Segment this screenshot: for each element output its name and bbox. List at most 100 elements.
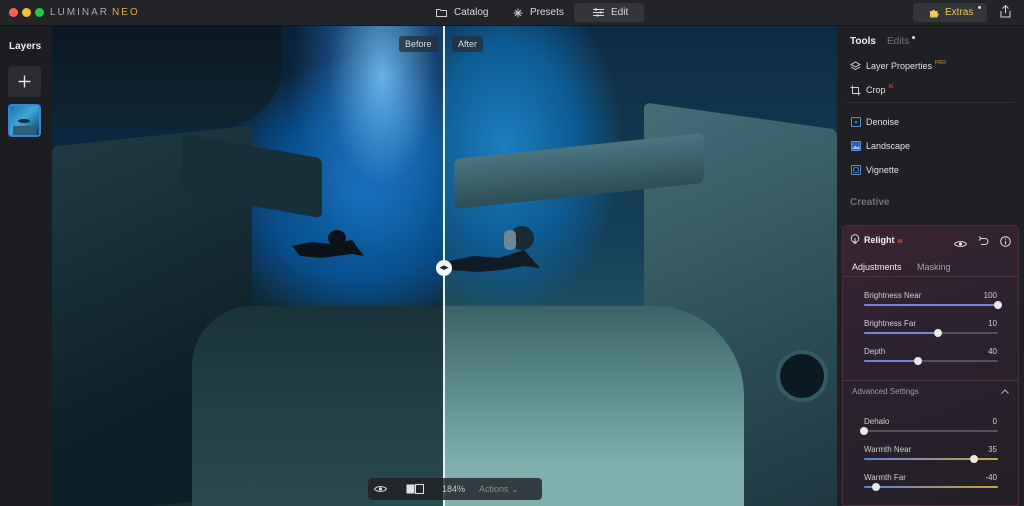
puzzle-icon: [930, 9, 939, 17]
tab-edit[interactable]: Edit: [574, 3, 644, 22]
tab-catalog[interactable]: Catalog: [426, 3, 498, 22]
compare-toggle-button[interactable]: [406, 484, 424, 494]
warmth-far-label: Warmth Far: [864, 473, 906, 482]
info-icon: [1000, 236, 1011, 247]
relight-header[interactable]: Relight AI: [843, 226, 1018, 254]
brightness-far-label: Brightness Far: [864, 319, 917, 328]
depth-value[interactable]: 40: [988, 347, 997, 356]
maximize-window-button[interactable]: [35, 8, 44, 17]
ai-badge: AI: [888, 84, 894, 90]
tab-edits-label: Edits: [887, 36, 910, 47]
lightbulb-icon: [850, 234, 860, 244]
dehalo-slider[interactable]: [860, 427, 998, 435]
relight-ai-badge: AI: [897, 239, 903, 245]
eye-icon: [953, 241, 968, 247]
tab-adjustments[interactable]: Adjustments: [852, 262, 902, 272]
seabed-left: [192, 306, 444, 506]
tab-presets-label: Presets: [530, 7, 564, 18]
warmth-near-label: Warmth Near: [864, 445, 912, 454]
tab-catalog-label: Catalog: [454, 7, 489, 18]
after-label: After: [452, 36, 484, 52]
zoom-level[interactable]: 184%: [442, 484, 465, 494]
dehalo-value[interactable]: 0: [993, 417, 997, 426]
diver-thumbnail-icon: [13, 119, 36, 135]
tab-tools[interactable]: Tools: [850, 36, 876, 47]
brightness-near-label: Brightness Near: [864, 291, 922, 300]
dehalo-thumb[interactable]: [860, 427, 868, 435]
tool-landscape[interactable]: Landscape: [850, 138, 910, 154]
add-layer-button[interactable]: [8, 66, 41, 97]
tool-crop[interactable]: Crop AI: [850, 82, 893, 98]
brightness-near-thumb[interactable]: [994, 301, 1002, 309]
advanced-settings-toggle[interactable]: Advanced Settings: [852, 387, 919, 396]
seabed-right: [444, 306, 744, 506]
layers-panel: Layers: [0, 26, 52, 506]
before-label: Before: [399, 36, 438, 52]
tab-masking[interactable]: Masking: [917, 262, 951, 272]
cave-ceiling-left: [52, 26, 282, 126]
warmth-near-slider[interactable]: [864, 455, 998, 463]
split-handle[interactable]: ◂▸: [436, 260, 452, 276]
depth-fill: [864, 360, 918, 362]
warmth-far-thumb[interactable]: [872, 483, 881, 491]
tab-edit-label: Edit: [611, 7, 629, 18]
extras-button[interactable]: Extras: [913, 3, 987, 22]
denoise-icon: [850, 117, 861, 128]
layers-title: Layers: [9, 41, 42, 52]
extras-label: Extras: [945, 7, 974, 18]
tool-crop-label: Crop: [866, 85, 886, 95]
canvas-toolbar: 184% Actions ⌄: [368, 478, 542, 500]
tool-vignette[interactable]: Vignette: [850, 162, 899, 178]
depth-slider[interactable]: [864, 357, 998, 365]
extras-notification-dot: [978, 6, 981, 9]
relight-title: Relight AI: [864, 235, 903, 245]
eye-toggle-button[interactable]: [374, 485, 388, 493]
depth-label: Depth: [864, 347, 886, 356]
crop-icon: [850, 85, 861, 96]
brightness-far-value[interactable]: 10: [988, 319, 997, 328]
subtab-divider: [843, 276, 1018, 277]
advanced-divider: [843, 380, 1018, 381]
vignette-icon: [850, 165, 861, 176]
tool-denoise[interactable]: Denoise: [850, 114, 899, 130]
brightness-far-fill: [864, 332, 938, 334]
reset-tool-button[interactable]: [978, 234, 989, 252]
layers-icon: [850, 60, 861, 72]
dehalo-label: Dehalo: [864, 417, 890, 426]
app-logo: LUMINAR NEO: [50, 7, 140, 18]
warmth-far-slider[interactable]: [864, 483, 998, 491]
warmth-far-value[interactable]: -40: [985, 473, 997, 482]
brightness-far-slider[interactable]: [864, 329, 998, 337]
sparkle-icon: [513, 8, 523, 17]
panel-divider: [847, 102, 1015, 103]
tool-layer-properties[interactable]: Layer Properties PRO: [850, 58, 946, 74]
porthole-icon: [776, 350, 828, 402]
luminar-window: LUMINAR NEO Catalog Presets Edit Extras L…: [0, 0, 1024, 506]
actions-menu-button[interactable]: Actions ⌄: [479, 484, 519, 495]
title-bar: LUMINAR NEO Catalog Presets Edit Extras: [0, 0, 1024, 26]
visibility-toggle-button[interactable]: [953, 235, 968, 253]
depth-thumb[interactable]: [913, 357, 922, 365]
tool-denoise-label: Denoise: [866, 117, 900, 127]
diver-before-icon: [292, 230, 364, 258]
tab-edits[interactable]: Edits: [887, 36, 916, 47]
share-button[interactable]: [1000, 4, 1011, 23]
photo-canvas[interactable]: ◂▸ Before After 184% Actions ⌄: [52, 26, 837, 506]
tool-info-button[interactable]: [1000, 234, 1011, 252]
minimize-window-button[interactable]: [22, 8, 31, 17]
warmth-near-thumb[interactable]: [969, 455, 978, 463]
diver-after-icon: [444, 226, 540, 272]
tab-presets[interactable]: Presets: [503, 3, 574, 22]
layer-thumbnail[interactable]: [8, 104, 41, 137]
brightness-far-thumb[interactable]: [933, 329, 942, 337]
after-image: [444, 26, 837, 506]
close-window-button[interactable]: [9, 8, 18, 17]
sliders-icon: [593, 8, 604, 17]
brightness-near-fill: [864, 304, 998, 306]
brightness-near-slider[interactable]: [864, 301, 1002, 309]
relight-tool-card: Relight AI Adjustments Masking Brightness…: [842, 225, 1019, 506]
warmth-near-value[interactable]: 35: [988, 445, 997, 454]
chevron-up-icon[interactable]: [1001, 389, 1009, 394]
split-arrows-icon: ◂▸: [439, 263, 449, 273]
brightness-near-value[interactable]: 100: [984, 291, 997, 300]
